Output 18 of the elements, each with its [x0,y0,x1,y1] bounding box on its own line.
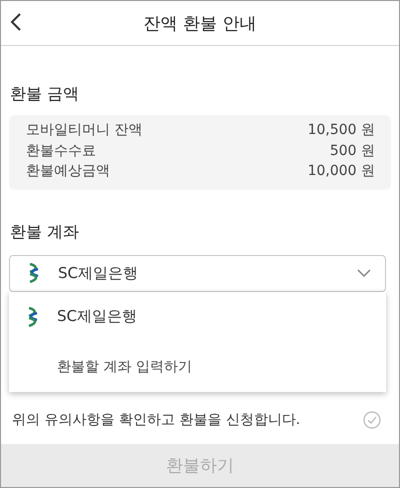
dropdown-option[interactable]: SC제일은행 [9,292,386,342]
section-title: 환불 금액 [10,84,80,105]
chevron-icon [357,269,371,277]
page-title: 잔액 환불 안내 [144,12,256,34]
section-title: 환불 계좌 [10,222,80,242]
bank-logo-icon [27,263,41,283]
amount-label: 환불수수료 [26,142,96,160]
amount-value: 10,000 원 [308,162,375,181]
check-icon[interactable] [363,410,381,428]
amount-value: 10,500 원 [308,121,375,140]
amount-value: 500 원 [330,142,375,160]
bank-select[interactable]: SC제일은행 [9,254,386,292]
amount-label: 모바일티머니 잔액 [26,121,142,140]
agreement-text: 위의 유의사항을 확인하고 환불을 신청합니다. [12,410,300,428]
dropdown-option[interactable]: 환불할 계좌 입력하기 [9,342,386,392]
back-icon[interactable] [9,12,23,32]
bank-logo-icon [26,306,40,326]
amount-label: 환불예상금액 [26,162,110,181]
